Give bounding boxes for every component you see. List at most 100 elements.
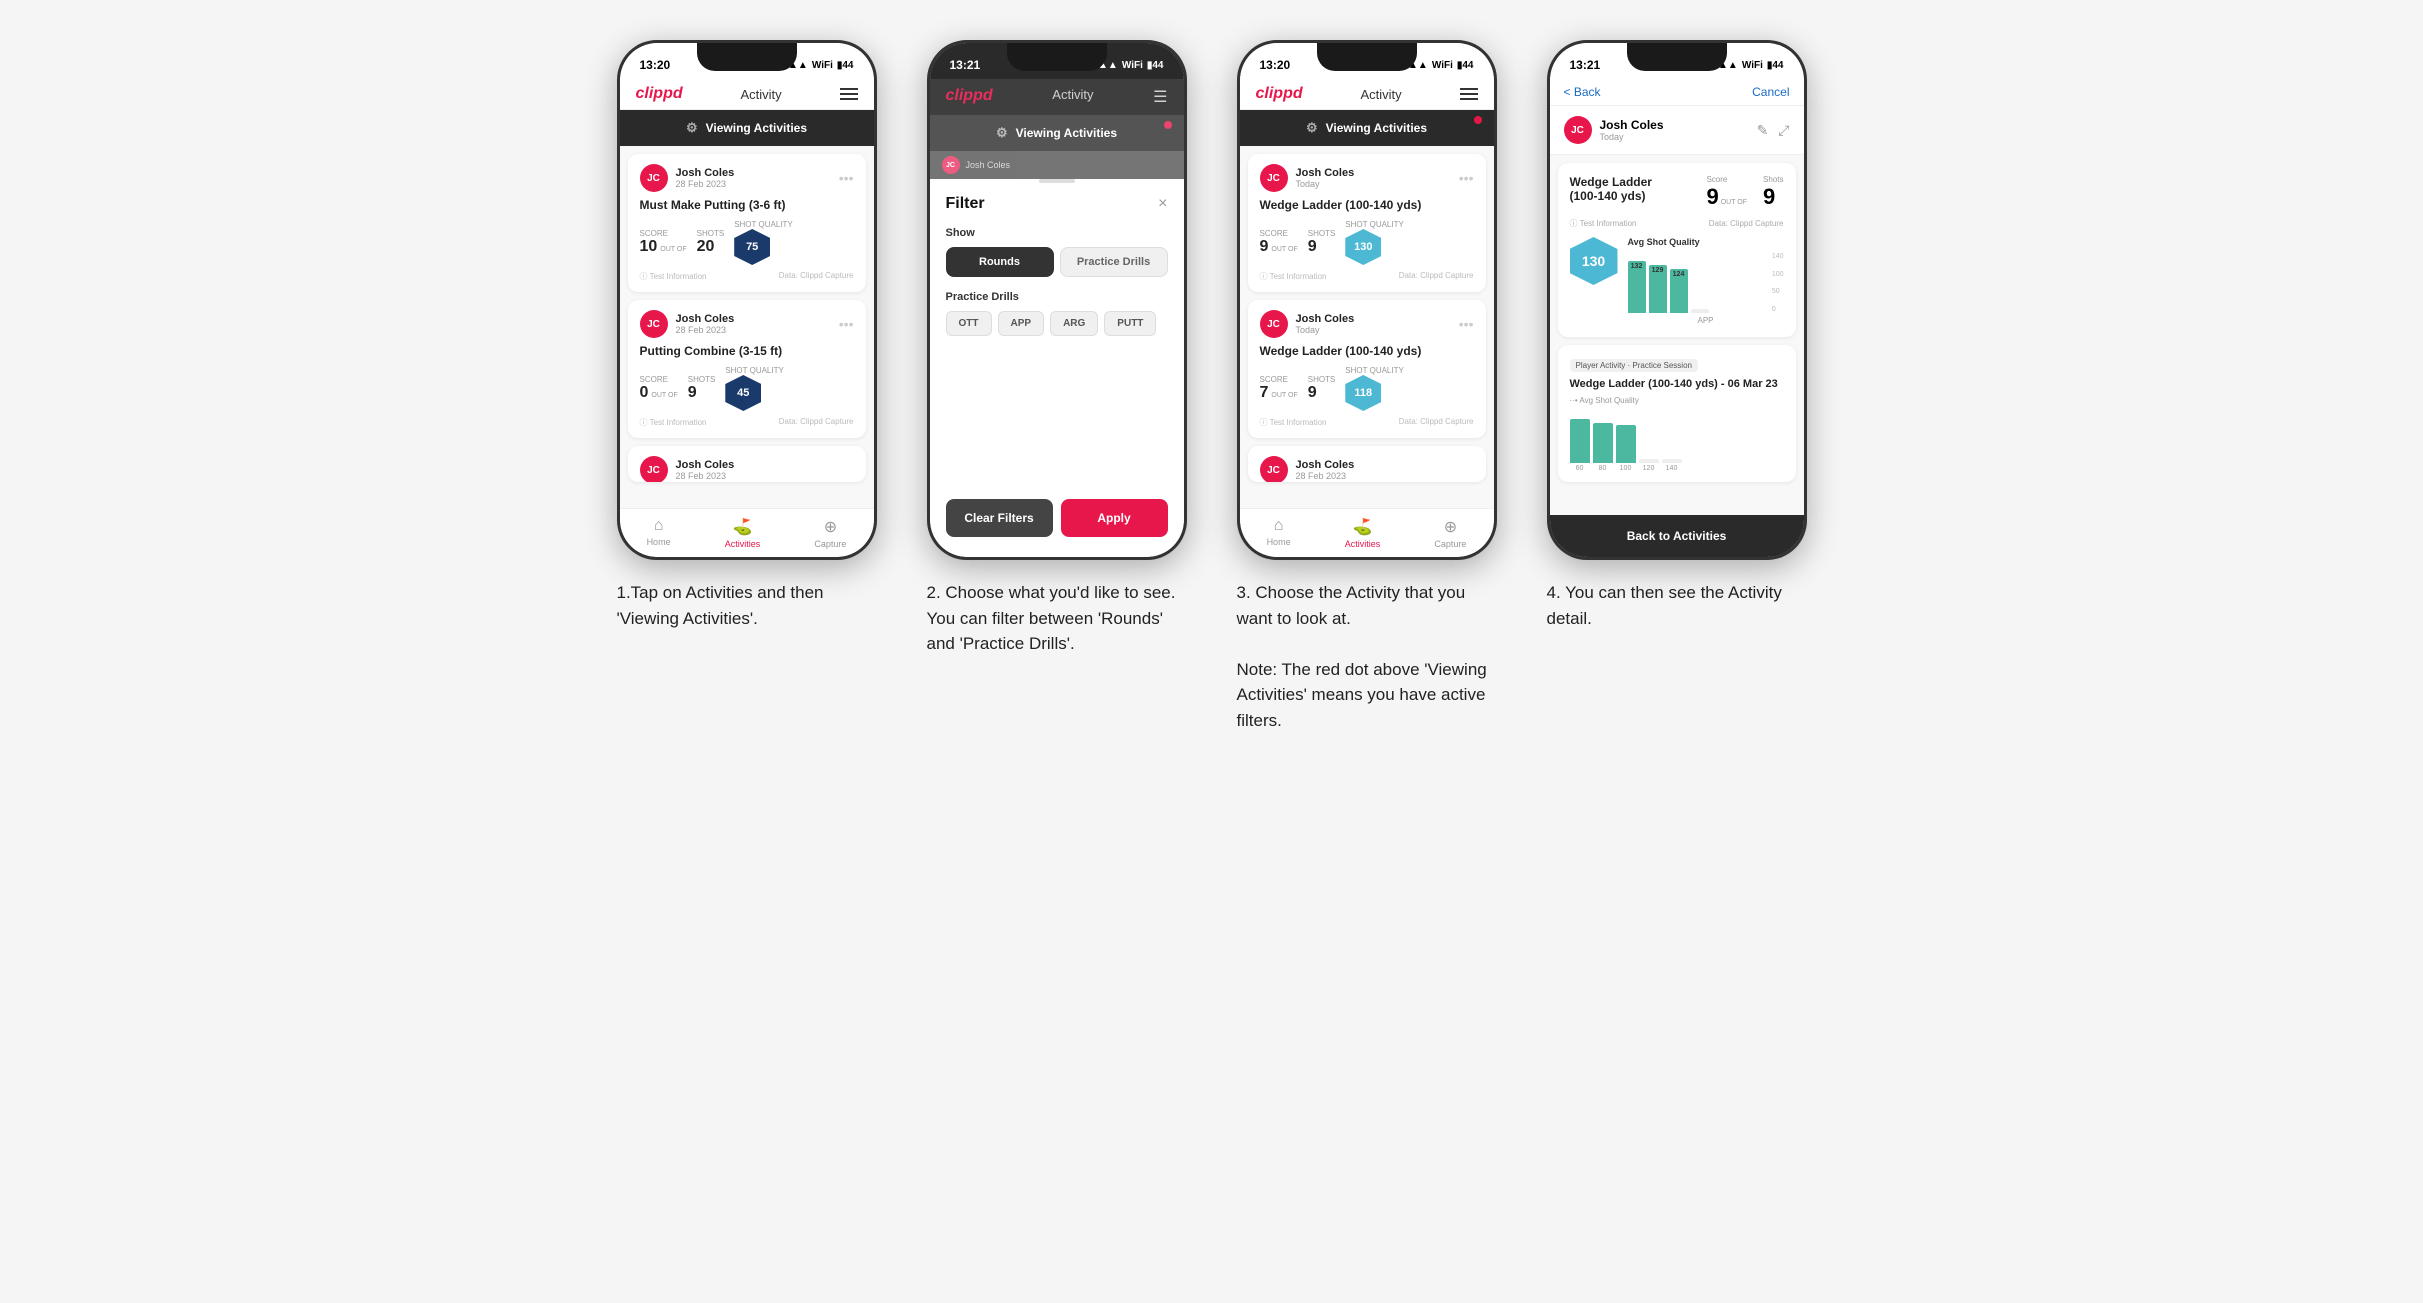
phone3-card3-date: 28 Feb 2023 xyxy=(1296,471,1355,481)
cancel-button[interactable]: Cancel xyxy=(1752,85,1789,99)
clear-filters-button[interactable]: Clear Filters xyxy=(946,499,1053,537)
phone3-card1-date: Today xyxy=(1296,179,1355,189)
rounds-tab[interactable]: Rounds xyxy=(946,247,1054,277)
p3c1-sq-label: Shot Quality xyxy=(1345,220,1404,229)
detail-user-info: JC Josh Coles Today xyxy=(1564,116,1664,144)
sc-label-4: 120 xyxy=(1639,465,1659,472)
session-bar-5 xyxy=(1662,459,1682,463)
activities-icon: ⛳ xyxy=(733,517,753,537)
viewing-activities-label: Viewing Activities xyxy=(706,121,807,135)
p3c1-info-right: Data: Clippd Capture xyxy=(1399,271,1474,282)
phone4-time: 13:21 xyxy=(1570,58,1601,72)
sq-value: 130 xyxy=(1582,253,1605,269)
card1-user-date: 28 Feb 2023 xyxy=(676,179,735,189)
activity-card-1[interactable]: JC Josh Coles 28 Feb 2023 ••• Must Make … xyxy=(628,154,866,292)
phones-row: 13:20 ▲▲▲ WiFi ▮44 clippd Activity xyxy=(607,40,1817,733)
phone3-card1-stats: Score 9 OUT OF Shots 9 xyxy=(1260,220,1474,265)
phone1-scroll[interactable]: JC Josh Coles 28 Feb 2023 ••• Must Make … xyxy=(620,146,874,508)
card2-shots: 9 xyxy=(688,384,716,402)
phone1-bottom-nav: ⌂ Home ⛳ Activities ⊕ Capture xyxy=(620,508,874,557)
back-button[interactable]: < Back xyxy=(1564,85,1601,99)
phone3-card2-dots[interactable]: ••• xyxy=(1459,316,1474,332)
card2-footer: ⓘ Test Information Data: Clippd Capture xyxy=(640,417,854,428)
clippd-logo: clippd xyxy=(636,85,683,103)
back-to-activities-button[interactable]: Back to Activities xyxy=(1550,515,1804,557)
detail-score-label: Score xyxy=(1706,175,1747,184)
chart-title: Avg Shot Quality xyxy=(1628,237,1784,247)
p3c1-info-left: ⓘ Test Information xyxy=(1260,271,1327,282)
apply-button[interactable]: Apply xyxy=(1061,499,1168,537)
nav-title-3: Activity xyxy=(1360,87,1401,102)
phone3-card-2[interactable]: JC Josh Coles Today ••• Wedge Ladder (10… xyxy=(1248,300,1486,438)
card2-info-right: Data: Clippd Capture xyxy=(779,417,854,428)
card2-score: 0 xyxy=(640,384,649,402)
detail-user-row: JC Josh Coles Today ✎ ⤢ xyxy=(1550,106,1804,155)
session-bar-1 xyxy=(1570,419,1590,463)
filter-close-button[interactable]: × xyxy=(1158,195,1167,213)
card1-more-dots[interactable]: ••• xyxy=(839,170,854,186)
phone3-viewing-banner[interactable]: ⚙ Viewing Activities xyxy=(1240,110,1494,146)
viewing-activities-banner[interactable]: ⚙ Viewing Activities xyxy=(620,110,874,146)
session-badge: Player Activity · Practice Session xyxy=(1570,359,1698,372)
capture-nav-item[interactable]: ⊕ Capture xyxy=(814,517,846,549)
phone3-activities-nav[interactable]: ⛳ Activities xyxy=(1345,517,1381,549)
card3-avatar: JC xyxy=(640,456,668,482)
app-filter-button[interactable]: APP xyxy=(998,311,1045,336)
activities-icon-3: ⛳ xyxy=(1353,517,1373,537)
activities-label: Activities xyxy=(725,539,761,549)
viewing-activities-label-2: Viewing Activities xyxy=(1016,126,1117,140)
session-chart-labels: 60 80 100 120 140 xyxy=(1570,465,1784,472)
putt-filter-button[interactable]: PUTT xyxy=(1104,311,1156,336)
phone3-avatar3: JC xyxy=(1260,456,1288,482)
menu-icon[interactable] xyxy=(840,88,858,100)
session-subtitle: ··• Avg Shot Quality xyxy=(1570,396,1784,405)
phone3-card-1[interactable]: JC Josh Coles Today ••• Wedge Ladder (10… xyxy=(1248,154,1486,292)
phone3-home-nav[interactable]: ⌂ Home xyxy=(1267,517,1291,549)
menu-icon-3[interactable] xyxy=(1460,88,1478,100)
phone3-time: 13:20 xyxy=(1260,58,1291,72)
card2-avatar: JC xyxy=(640,310,668,338)
p3c2-info-left: ⓘ Test Information xyxy=(1260,417,1327,428)
detail-content[interactable]: Wedge Ladder (100-140 yds) Score 9 OUT O… xyxy=(1550,155,1804,515)
phone4-status-bar: 13:21 ▲▲▲ WiFi ▮44 xyxy=(1550,43,1804,79)
phone3-card-3[interactable]: JC Josh Coles 28 Feb 2023 xyxy=(1248,446,1486,482)
wifi-icon: WiFi xyxy=(812,60,833,71)
menu-icon-2[interactable]: ☰ xyxy=(1153,87,1167,107)
p3c1-sq-badge: 130 xyxy=(1345,229,1381,265)
edit-icon[interactable]: ✎ xyxy=(1757,122,1769,139)
home-label: Home xyxy=(647,537,671,547)
home-label-3: Home xyxy=(1267,537,1291,547)
phone1-top-nav: clippd Activity xyxy=(620,79,874,110)
activities-nav-item[interactable]: ⛳ Activities xyxy=(725,517,761,549)
home-nav-item[interactable]: ⌂ Home xyxy=(647,517,671,549)
phone3-capture-nav[interactable]: ⊕ Capture xyxy=(1434,517,1466,549)
modal-content: Filter × Show Rounds Practice Drills Pra… xyxy=(930,195,1184,372)
battery-icon: ▮44 xyxy=(1457,60,1474,71)
phone3-card2-stats: Score 7 OUT OF Shots 9 xyxy=(1260,366,1474,411)
detail-out-of-label: OUT OF xyxy=(1721,199,1747,206)
card2-info-left: ⓘ Test Information xyxy=(640,417,707,428)
practice-drills-tab[interactable]: Practice Drills xyxy=(1060,247,1168,277)
bar-3: 124 xyxy=(1670,269,1688,313)
phone2-status-icons: ▲▲▲ WiFi ▮44 xyxy=(1088,60,1163,71)
red-dot-2 xyxy=(1164,121,1172,129)
activity-card-3[interactable]: JC Josh Coles 28 Feb 2023 xyxy=(628,446,866,482)
card3-user-date: 28 Feb 2023 xyxy=(676,471,735,481)
signal-icon: ▲▲▲ xyxy=(1708,60,1738,71)
p3c2-sq-value: 118 xyxy=(1354,387,1372,399)
card2-more-dots[interactable]: ••• xyxy=(839,316,854,332)
phone3-card2-user: JC Josh Coles Today xyxy=(1260,310,1355,338)
phone4-status-icons: ▲▲▲ WiFi ▮44 xyxy=(1708,60,1783,71)
phone3-avatar1: JC xyxy=(1260,164,1288,192)
phone3-scroll[interactable]: JC Josh Coles Today ••• Wedge Ladder (10… xyxy=(1240,146,1494,508)
ott-filter-button[interactable]: OTT xyxy=(946,311,992,336)
settings-icon: ⚙ xyxy=(686,120,698,136)
phone3-card1-dots[interactable]: ••• xyxy=(1459,170,1474,186)
wifi-icon: WiFi xyxy=(1742,60,1763,71)
activity-card-2[interactable]: JC Josh Coles 28 Feb 2023 ••• Putting Co… xyxy=(628,300,866,438)
p3c2-sq-label: Shot Quality xyxy=(1345,366,1404,375)
expand-icon[interactable]: ⤢ xyxy=(1778,122,1789,139)
p3c1-shots-label: Shots xyxy=(1308,229,1336,238)
arg-filter-button[interactable]: ARG xyxy=(1050,311,1098,336)
p3c2-score: 7 xyxy=(1260,384,1269,402)
